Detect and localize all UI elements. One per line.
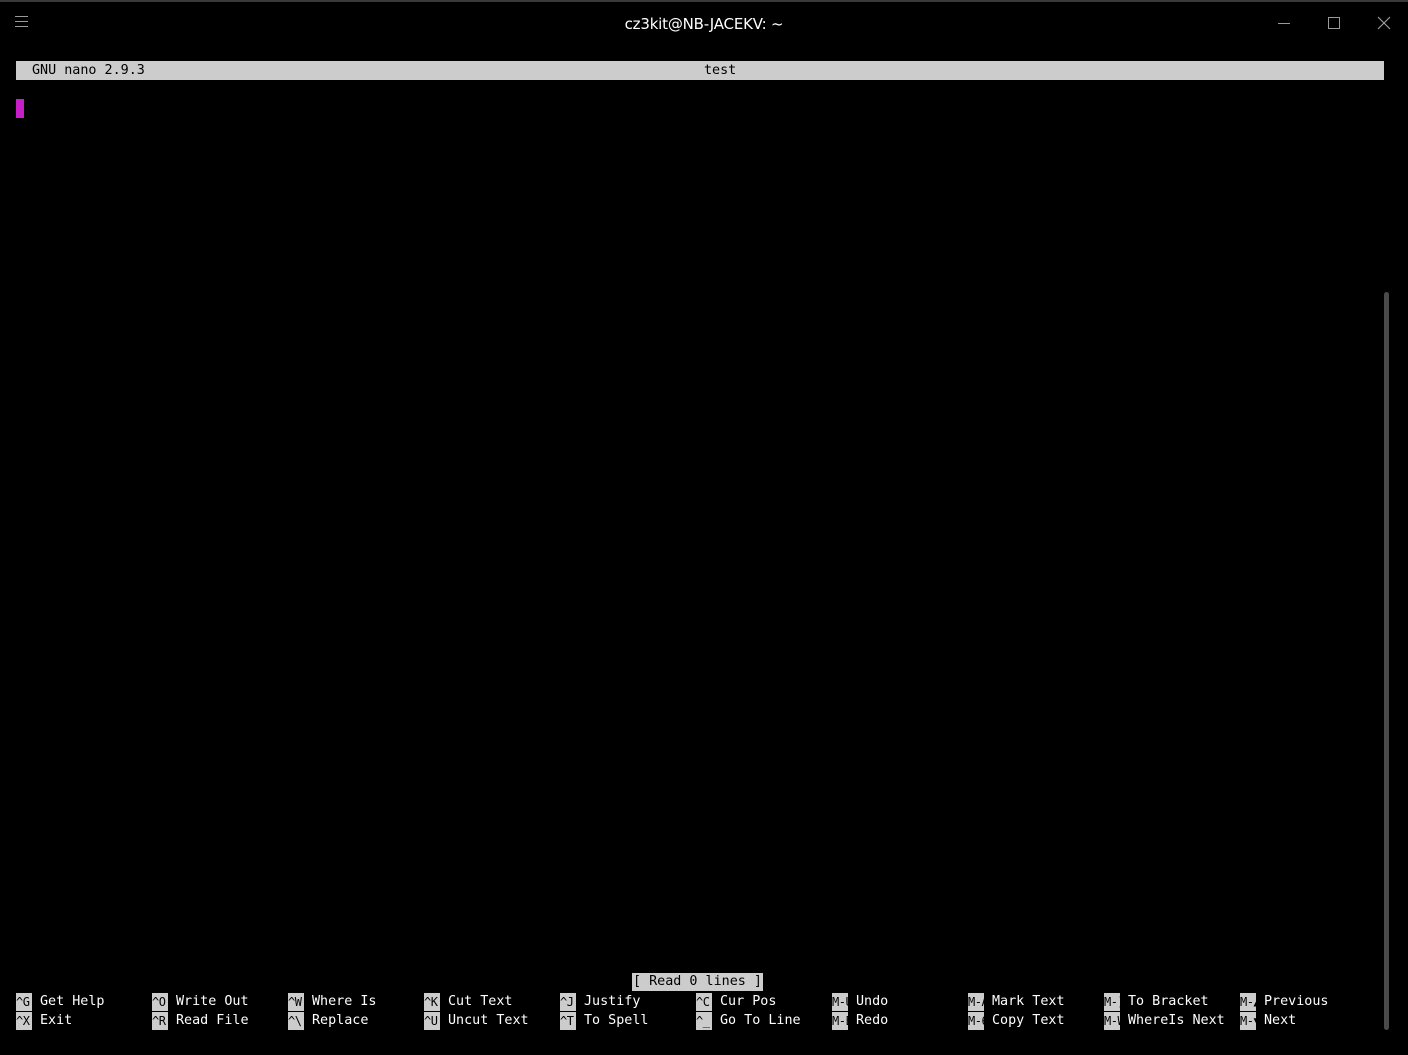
nano-version: GNU nano 2.9.3 xyxy=(32,63,145,78)
shortcut-label: Justify xyxy=(584,994,641,1009)
window-title: cz3kit@NB-JACEKV: ~ xyxy=(624,15,784,33)
shortcut-key: ^X xyxy=(16,1012,32,1030)
shortcut-label: Cur Pos xyxy=(720,994,777,1009)
maximize-icon xyxy=(1328,17,1340,29)
shortcut-key: ^R xyxy=(152,1012,168,1030)
shortcut-label: Go To Line xyxy=(720,1013,801,1028)
shortcut-label: Mark Text xyxy=(992,994,1065,1009)
shortcut-label: Undo xyxy=(856,994,889,1009)
shortcut-label: Next xyxy=(1264,1013,1297,1028)
maximize-button[interactable] xyxy=(1311,2,1357,46)
scrollbar-thumb[interactable] xyxy=(1384,292,1389,1030)
shortcut-label: Copy Text xyxy=(992,1013,1065,1028)
shortcut-key: M-W xyxy=(1104,1012,1120,1030)
shortcut-label: WhereIs Next xyxy=(1128,1013,1225,1028)
shortcut-label: Uncut Text xyxy=(448,1013,529,1028)
shortcut-label: Where Is xyxy=(312,994,377,1009)
shortcut-key: ^J xyxy=(560,993,576,1011)
shortcut-key: ^_ xyxy=(696,1012,712,1030)
close-button[interactable] xyxy=(1361,2,1407,46)
shortcut-key: M-A xyxy=(968,993,984,1011)
shortcut-label: Cut Text xyxy=(448,994,513,1009)
shortcut-label: Write Out xyxy=(176,994,249,1009)
nano-title-bar: GNU nano 2.9.3 test xyxy=(16,61,1384,80)
shortcut-label: Replace xyxy=(312,1013,369,1028)
close-icon xyxy=(1377,16,1391,30)
shortcut-label: Exit xyxy=(40,1013,73,1028)
shortcut-key: ^W xyxy=(288,993,304,1011)
shortcut-key: ^\ xyxy=(288,1012,304,1030)
shortcut-label: To Spell xyxy=(584,1013,649,1028)
minimize-button[interactable] xyxy=(1261,2,1307,46)
shortcut-key: M-U xyxy=(832,993,848,1011)
status-message: [ Read 0 lines ] xyxy=(632,973,763,991)
shortcut-key: ^K xyxy=(424,993,440,1011)
text-cursor xyxy=(16,99,24,118)
shortcut-key: ^G xyxy=(16,993,32,1011)
shortcut-key: ^U xyxy=(424,1012,440,1030)
shortcut-label: Read File xyxy=(176,1013,249,1028)
shortcut-label: Previous xyxy=(1264,994,1329,1009)
shortcut-key: M-] xyxy=(1104,993,1120,1011)
editor-area[interactable] xyxy=(16,90,1378,965)
nano-filename: test xyxy=(704,63,737,78)
shortcut-label: Get Help xyxy=(40,994,105,1009)
shortcut-key: M-6 xyxy=(968,1012,984,1030)
shortcut-key: M-▼ xyxy=(1240,1012,1256,1030)
shortcut-label: Redo xyxy=(856,1013,889,1028)
shortcut-label: To Bracket xyxy=(1128,994,1209,1009)
shortcut-key: ^C xyxy=(696,993,712,1011)
minimize-icon xyxy=(1278,23,1290,24)
shortcut-key: ^T xyxy=(560,1012,576,1030)
shortcut-key: M-▲ xyxy=(1240,993,1256,1011)
shortcut-key: ^O xyxy=(152,993,168,1011)
shortcut-key: M-E xyxy=(832,1012,848,1030)
title-bar[interactable]: cz3kit@NB-JACEKV: ~ xyxy=(0,2,1408,46)
